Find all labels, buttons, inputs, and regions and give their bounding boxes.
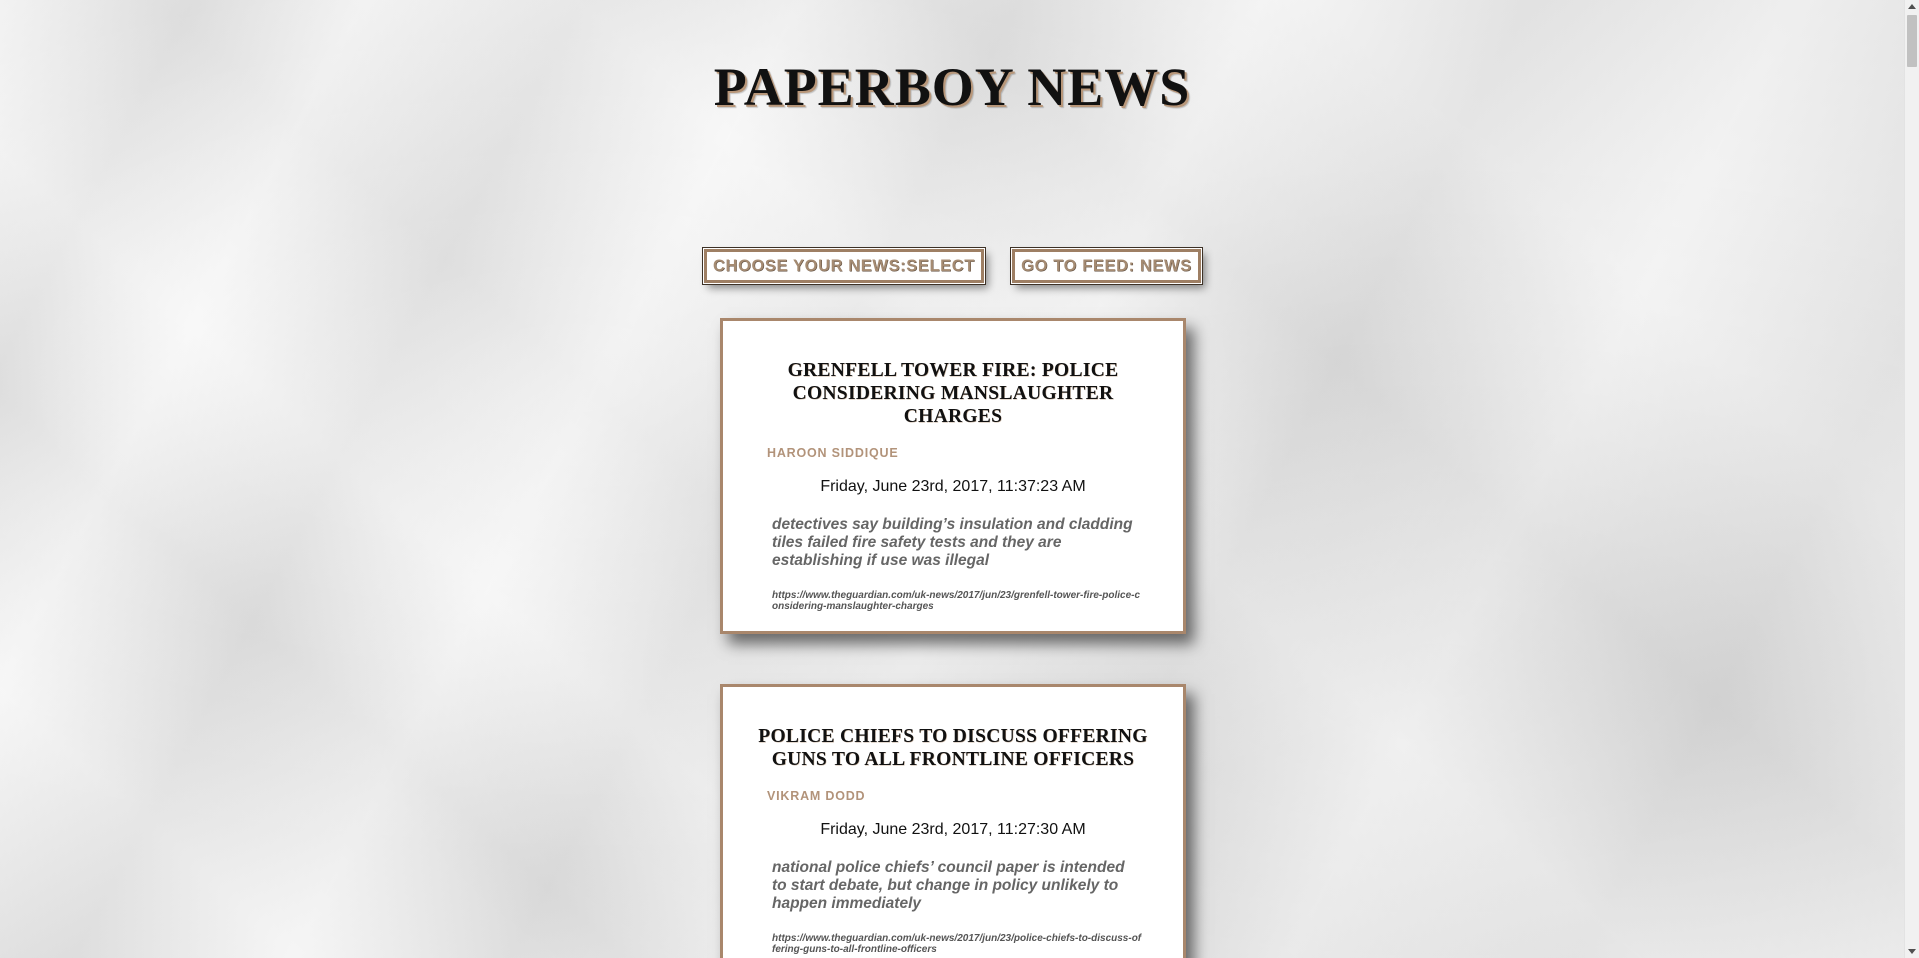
scroll-down-arrow-icon[interactable] bbox=[1908, 949, 1916, 954]
go-to-feed-button[interactable]: GO TO FEED: NEWS bbox=[1011, 248, 1202, 284]
article-date: Friday, June 23rd, 2017, 11:27:30 AM bbox=[820, 821, 1086, 838]
article-link[interactable]: https://www.theguardian.com/uk-news/2017… bbox=[772, 933, 1142, 955]
article-link[interactable]: https://www.theguardian.com/uk-news/2017… bbox=[772, 590, 1142, 612]
scroll-up-arrow-icon[interactable] bbox=[1908, 4, 1916, 9]
article-card: GRENFELL TOWER FIRE: POLICE CONSIDERING … bbox=[720, 318, 1186, 634]
article-author: HAROON SIDDIQUE bbox=[767, 446, 899, 460]
vertical-scrollbar[interactable] bbox=[1904, 0, 1919, 958]
scrollbar-thumb[interactable] bbox=[1907, 15, 1917, 67]
article-headline: GRENFELL TOWER FIRE: POLICE CONSIDERING … bbox=[787, 360, 1119, 427]
article-headline: POLICE CHIEFS TO DISCUSS OFFERING GUNS T… bbox=[758, 726, 1148, 770]
choose-news-button[interactable]: CHOOSE YOUR NEWS:SELECT bbox=[703, 248, 985, 284]
article-summary: detectives say building’s insulation and… bbox=[772, 516, 1133, 569]
article-author: VIKRAM DODD bbox=[767, 789, 866, 803]
article-card: POLICE CHIEFS TO DISCUSS OFFERING GUNS T… bbox=[720, 684, 1186, 958]
article-summary: national police chiefs’ council paper is… bbox=[772, 859, 1125, 912]
article-date: Friday, June 23rd, 2017, 11:37:23 AM bbox=[820, 478, 1086, 495]
page-viewport: PAPERBOY NEWS CHOOSE YOUR NEWS:SELECT GO… bbox=[0, 0, 1904, 958]
page-title: PAPERBOY NEWS bbox=[713, 57, 1191, 117]
